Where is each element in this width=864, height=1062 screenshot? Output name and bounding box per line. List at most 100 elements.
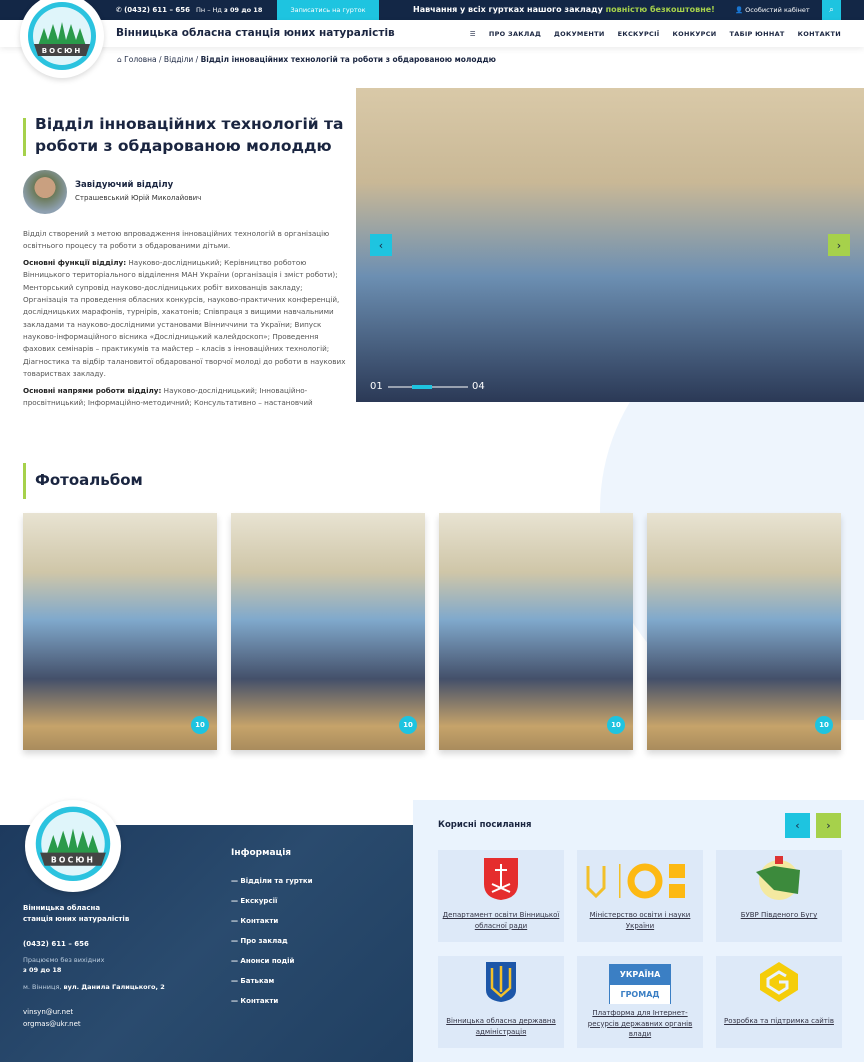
link-card[interactable]: Департамент освіти Вінницької обласної р… [438,850,564,942]
slide-current: 01 [370,381,383,392]
album-title: Фотоальбом [35,471,143,489]
department-description: Відділ створений з метою впровадження ін… [23,228,348,413]
footer-link[interactable]: — Контакти [231,997,278,1005]
slider-next-button[interactable]: › [828,234,850,256]
chevron-left-icon: ‹ [795,819,800,832]
functions-value: Науково-дослідницький; Керівництво робот… [23,257,346,379]
chevron-right-icon: › [826,819,831,832]
breadcrumb-departments[interactable]: Відділи [164,55,193,64]
intro-text: Відділ створений з метою впровадження ін… [23,229,330,251]
footer-link[interactable]: — Контакти [231,917,278,925]
link-card[interactable]: Міністерство освіти і науки України [577,850,703,942]
footer-phone[interactable]: (0432) 611 – 656 [23,940,89,948]
nav-item[interactable]: ЕКСКУРСІЇ [618,30,660,38]
footer-link[interactable]: — Екскурсії [231,897,277,905]
link-card-label: Розробка та підтримка сайтів [724,1017,834,1025]
accent-bar [23,118,26,156]
slider-progress [388,385,468,389]
footer-email[interactable]: vinsyn@ur.net [23,1007,81,1019]
page-title: Відділ інноваційних технологій та роботи… [35,115,344,155]
useful-links: Корисні посилання ‹ › Департамент освіти… [413,800,864,1062]
footer-logo[interactable]: ВОСЮН [25,800,121,892]
breadcrumb-home[interactable]: Головна [124,55,156,64]
album-photo[interactable]: 10 [439,513,633,750]
footer-link[interactable]: — Батькам [231,977,274,985]
footer-link[interactable]: — Відділи та гуртки [231,877,313,885]
link-card[interactable]: УКРАЇНА ГРОМАД Платформа для Інтернет-ресу… [577,956,703,1048]
mon-logo-icon [586,863,685,899]
photo-count-badge: 10 [607,716,625,734]
functions-label: Основні функції відділу: [23,257,127,267]
functions-text: Основні функції відділу: Науково-дослідн… [23,257,348,381]
links-prev-button[interactable]: ‹ [785,813,810,838]
footer-link[interactable]: — Про заклад [231,937,288,945]
buvr-map-logo-icon [756,856,800,900]
logo-text: ГРОМАД [610,985,670,1004]
chevron-right-icon: › [836,238,842,252]
nav-item[interactable]: ДОКУМЕНТИ [554,30,605,38]
footer-info-title: Інформація [231,848,292,858]
album-photo[interactable]: 10 [647,513,841,750]
links-next-button[interactable]: › [816,813,841,838]
photo-count-badge: 10 [399,716,417,734]
footer-org: станція юних натуралістів [23,914,130,923]
g-logo-icon [760,962,798,1002]
slider-prev-button[interactable]: ‹ [370,234,392,256]
svg-text:ВОСЮН: ВОСЮН [51,855,95,864]
footer-city: м. Вінниця, [23,983,62,991]
album-photo[interactable]: 10 [23,513,217,750]
logo[interactable]: ВОСЮН [20,0,104,78]
search-icon: ⌕ [829,5,834,14]
head-name: Страшевський Юрій Миколайович [75,194,202,202]
directions-text: Основні напрями роботи відділу: Науково-… [23,385,348,410]
photo-count-badge: 10 [191,716,209,734]
breadcrumb-current: Відділ інноваційних технологій та роботи… [200,55,496,64]
header: Вінницька обласна станція юних натураліс… [0,20,864,47]
footer-link[interactable]: — Анонси подій [231,957,294,965]
link-card-label: Платформа для Інтернет-ресурсів державни… [587,1009,693,1038]
slide-total: 04 [472,381,485,392]
head-avatar [23,170,67,214]
announcement: Навчання у всіх гуртках нашого закладу п… [413,5,715,14]
link-card-label: БУВР Південого Бугу [740,911,818,919]
site-name[interactable]: Вінницька обласна станція юних натураліс… [116,27,395,39]
search-button[interactable]: ⌕ [822,0,841,20]
menu-icon[interactable]: ☰ [470,30,476,38]
svg-text:ВОСЮН: ВОСЮН [42,47,83,55]
footer-email[interactable]: orgmas@ukr.net [23,1019,81,1031]
footer-org: Вінницька обласна [23,904,101,912]
footer-street: вул. Данила Галицького, 2 [63,983,165,991]
nav-item[interactable]: КОНТАКТИ [798,30,841,38]
logo-text: УКРАЇНА [610,965,670,985]
ukraina-gromad-logo-icon: УКРАЇНА ГРОМАД [609,964,671,1004]
slider-progress-fill [412,385,432,389]
link-card-label: Міністерство освіти і науки України [589,911,691,930]
main-nav: ☰ ПРО ЗАКЛАД ДОКУМЕНТИ ЕКСКУРСІЇ КОНКУРС… [470,30,841,38]
nav-item[interactable]: ПРО ЗАКЛАД [489,30,541,38]
vinnytsia-coat-of-arms-icon [484,858,518,900]
link-card-label: Департамент освіти Вінницької обласної р… [442,911,560,930]
photo-count-badge: 10 [815,716,833,734]
link-card-label: Вінницька обласна державна адміністрація [446,1017,556,1036]
head-role: Завідуючий відділу [75,180,174,190]
link-card[interactable]: БУВР Південого Бугу [716,850,842,942]
breadcrumb: ⌂ Головна / Відділи / Відділ інноваційни… [117,55,496,64]
cabinet-link[interactable]: 👤 Особистий кабінет [735,6,810,14]
link-card[interactable]: Розробка та підтримка сайтів [716,956,842,1048]
accent-bar [23,463,26,499]
nav-item[interactable]: КОНКУРСИ [673,30,717,38]
phone-link[interactable]: ✆ (0432) 611 – 656 [116,6,190,14]
link-card[interactable]: Вінницька обласна державна адміністрація [438,956,564,1048]
footer-hours: з 09 до 18 [23,966,62,974]
directions-label: Основні напрями роботи відділу: [23,385,162,395]
trident-coat-of-arms-icon [486,962,516,1002]
album-photo[interactable]: 10 [231,513,425,750]
footer-work: Працюємо без вихідних [23,956,105,964]
signup-button[interactable]: Записатись на гурток [277,0,379,20]
useful-links-title: Корисні посилання [438,820,532,830]
work-hours: Пн – Нд з 09 до 18 [196,6,263,14]
nav-item[interactable]: ТАБІР ЮННАТ [730,30,785,38]
photo-slider[interactable]: ‹ › 01 04 [356,88,864,402]
chevron-left-icon: ‹ [378,238,384,252]
top-bar: ✆ (0432) 611 – 656 Пн – Нд з 09 до 18 На… [0,0,864,20]
